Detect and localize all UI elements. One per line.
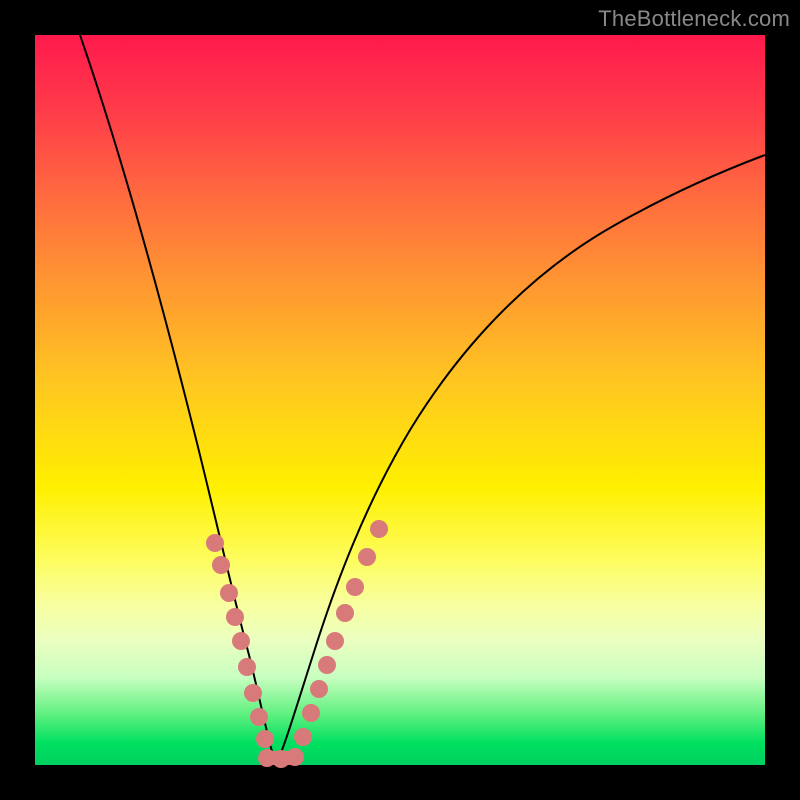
chart-svg	[35, 35, 765, 765]
marker-group	[206, 520, 388, 768]
right-curve	[276, 155, 765, 765]
plot-area	[35, 35, 765, 765]
left-curve	[80, 35, 276, 765]
watermark-text: TheBottleneck.com	[598, 6, 790, 32]
chart-frame: TheBottleneck.com	[0, 0, 800, 800]
